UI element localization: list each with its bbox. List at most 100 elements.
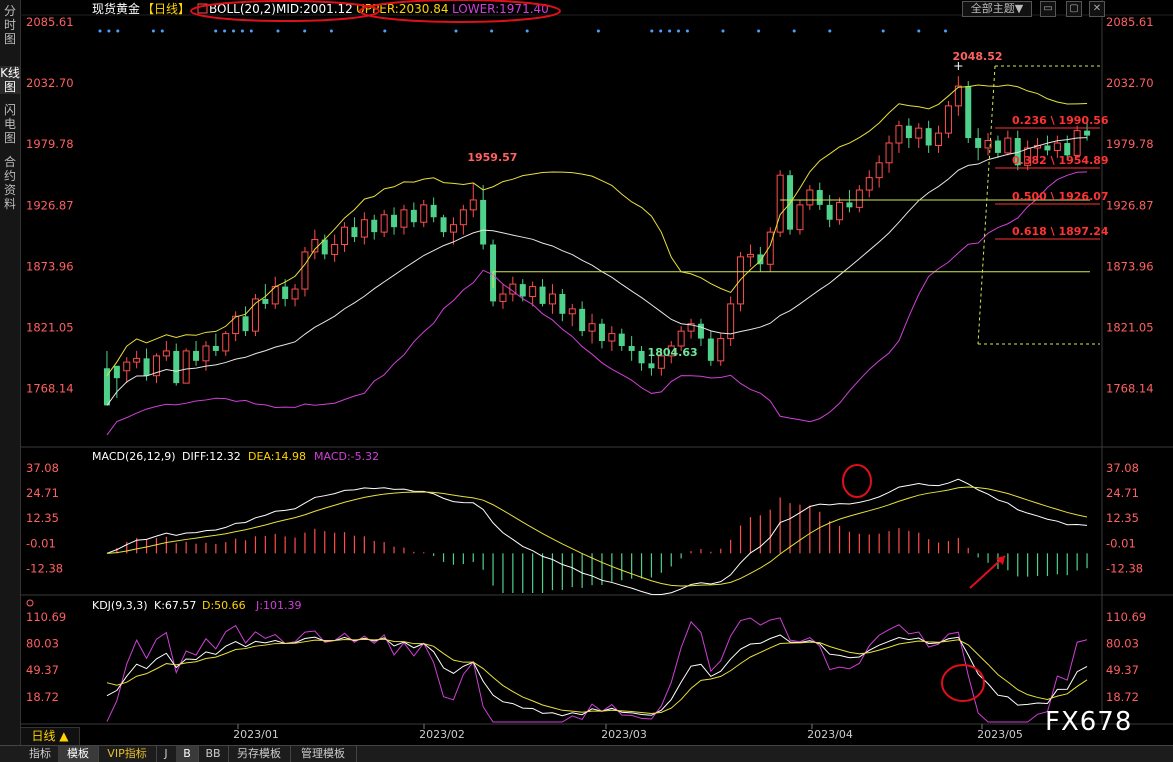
chart-canvas[interactable]: 现货黄金 【日线】 BOLL(20,2) MID:2001.12 UPPER:2030.… — [20, 0, 1173, 745]
candle-body — [737, 256, 745, 305]
marker-cross — [954, 62, 963, 70]
signal-dot — [917, 29, 921, 33]
candle-body — [776, 174, 784, 233]
candle-body — [975, 138, 982, 148]
bottom-toolbar: 指标 模板 VIP指标 J B BB 另存模板 管理模板 — [0, 745, 1173, 762]
macd-tick-label: 12.35 — [26, 511, 59, 525]
period-selector[interactable]: 日线 ▲ — [20, 727, 80, 746]
candle-body — [143, 358, 150, 376]
candle-body — [677, 330, 685, 347]
candle-body — [380, 214, 388, 233]
price-tick-label: 1926.87 — [1106, 198, 1154, 212]
signal-dot — [383, 29, 387, 33]
price-tick-label: 1979.78 — [26, 137, 74, 151]
boll-upper-line — [106, 84, 1088, 376]
candle-body — [242, 316, 249, 332]
kdj-tick-label: 80.03 — [1106, 637, 1139, 651]
signal-dot — [828, 29, 832, 33]
macd-tick-label: 12.35 — [1106, 511, 1139, 525]
signal-dot — [249, 29, 253, 33]
tab-vip-indicator[interactable]: VIP指标 — [98, 746, 157, 762]
sidebar-tab-contract[interactable]: 合约资料 — [0, 155, 20, 211]
macd-diff-line — [106, 478, 1088, 595]
signal-dot — [650, 29, 654, 33]
candle-body — [282, 286, 289, 299]
high-annotation: 1959.57 — [467, 151, 517, 164]
candle-body — [648, 363, 655, 369]
x-axis-label: 2023/05 — [977, 728, 1023, 741]
kdj-title: KDJ(9,3,3) — [92, 599, 148, 612]
low-annotation: 1804.63 — [648, 346, 698, 359]
kdj-k-line — [106, 634, 1088, 717]
candle-body — [202, 345, 210, 362]
maximize-icon[interactable]: ▢ — [1066, 1, 1082, 17]
macd-tick-label: 24.71 — [26, 486, 59, 500]
boll-mid: MID:2001.12 — [276, 2, 353, 16]
macd-dea-line — [106, 486, 1088, 587]
restore-icon[interactable]: ▭ — [1040, 1, 1056, 17]
candle-body — [351, 227, 358, 238]
instrument-name: 现货黄金 — [92, 1, 140, 16]
x-axis-label: 2023/04 — [807, 728, 853, 741]
high-annotation: 2048.52 — [952, 50, 1002, 63]
candle-body — [638, 350, 645, 364]
candle-body — [123, 361, 131, 372]
macd-tick-label: -0.01 — [26, 536, 56, 550]
sidebar-tab-timeshare[interactable]: 分时图 — [0, 4, 20, 46]
candle-body — [905, 125, 912, 139]
tab-bb[interactable]: BB — [198, 746, 229, 762]
kdj-j-line — [106, 617, 1088, 723]
candle-body — [875, 162, 883, 179]
price-tick-label: 1821.05 — [26, 321, 74, 335]
candle-body — [449, 224, 457, 233]
candle-body — [391, 214, 398, 228]
tab-template[interactable]: 模板 — [58, 746, 99, 762]
sidebar-tab-kline[interactable]: K线图 — [0, 66, 20, 94]
signal-dot — [881, 29, 885, 33]
candle-body — [925, 128, 932, 146]
candle-body — [885, 142, 893, 164]
candle-body — [628, 345, 635, 351]
candle-body — [182, 350, 190, 384]
candle-body — [935, 132, 943, 146]
macd-value: MACD:-5.32 — [314, 450, 379, 463]
signal-dot — [151, 29, 155, 33]
kdj-tick-label: 18.72 — [26, 690, 59, 704]
fib-level-label: 0.500 \ 1926.07 — [1012, 190, 1109, 203]
candle-body — [400, 209, 408, 228]
tab-b[interactable]: B — [176, 746, 199, 762]
x-axis-label: 2023/02 — [419, 728, 465, 741]
close-icon[interactable]: ✕ — [1089, 1, 1105, 17]
kdj-tick-label: 49.37 — [1106, 663, 1139, 677]
x-axis-label: 2023/03 — [601, 728, 647, 741]
signal-dot — [757, 29, 761, 33]
price-tick-label: 1821.05 — [1106, 321, 1154, 335]
tab-save-template[interactable]: 另存模板 — [228, 746, 291, 762]
candle-body — [371, 219, 378, 233]
price-tick-label: 2032.70 — [26, 76, 74, 90]
candle-body — [717, 338, 725, 362]
period-tag: 【日线】 — [142, 2, 190, 16]
tab-j[interactable]: J — [156, 746, 177, 762]
fib-level-label: 0.618 \ 1897.24 — [1012, 225, 1109, 238]
tab-manage-template[interactable]: 管理模板 — [290, 746, 357, 762]
candle-body — [697, 323, 704, 339]
tab-indicator[interactable]: 指标 — [22, 746, 59, 762]
candle-body — [598, 323, 605, 342]
theme-dropdown[interactable]: 全部主题▼ — [962, 1, 1032, 17]
sidebar-tab-flash[interactable]: 闪电图 — [0, 103, 20, 145]
kdj-tick-label: 80.03 — [26, 637, 59, 651]
kdj-d-line — [106, 638, 1088, 714]
candle-body — [103, 368, 110, 406]
candle-body — [608, 333, 616, 342]
signal-dot — [792, 29, 796, 33]
candle-body — [746, 253, 754, 258]
signal-dot — [214, 29, 218, 33]
macd-tick-label: 37.08 — [1106, 461, 1139, 475]
macd-tick-label: -12.38 — [26, 561, 63, 575]
kdj-tick-label: 110.69 — [1106, 610, 1146, 624]
candle-body — [1044, 145, 1051, 151]
candle-body — [994, 140, 1001, 153]
signal-dot — [668, 29, 672, 33]
candle-body — [341, 226, 349, 245]
